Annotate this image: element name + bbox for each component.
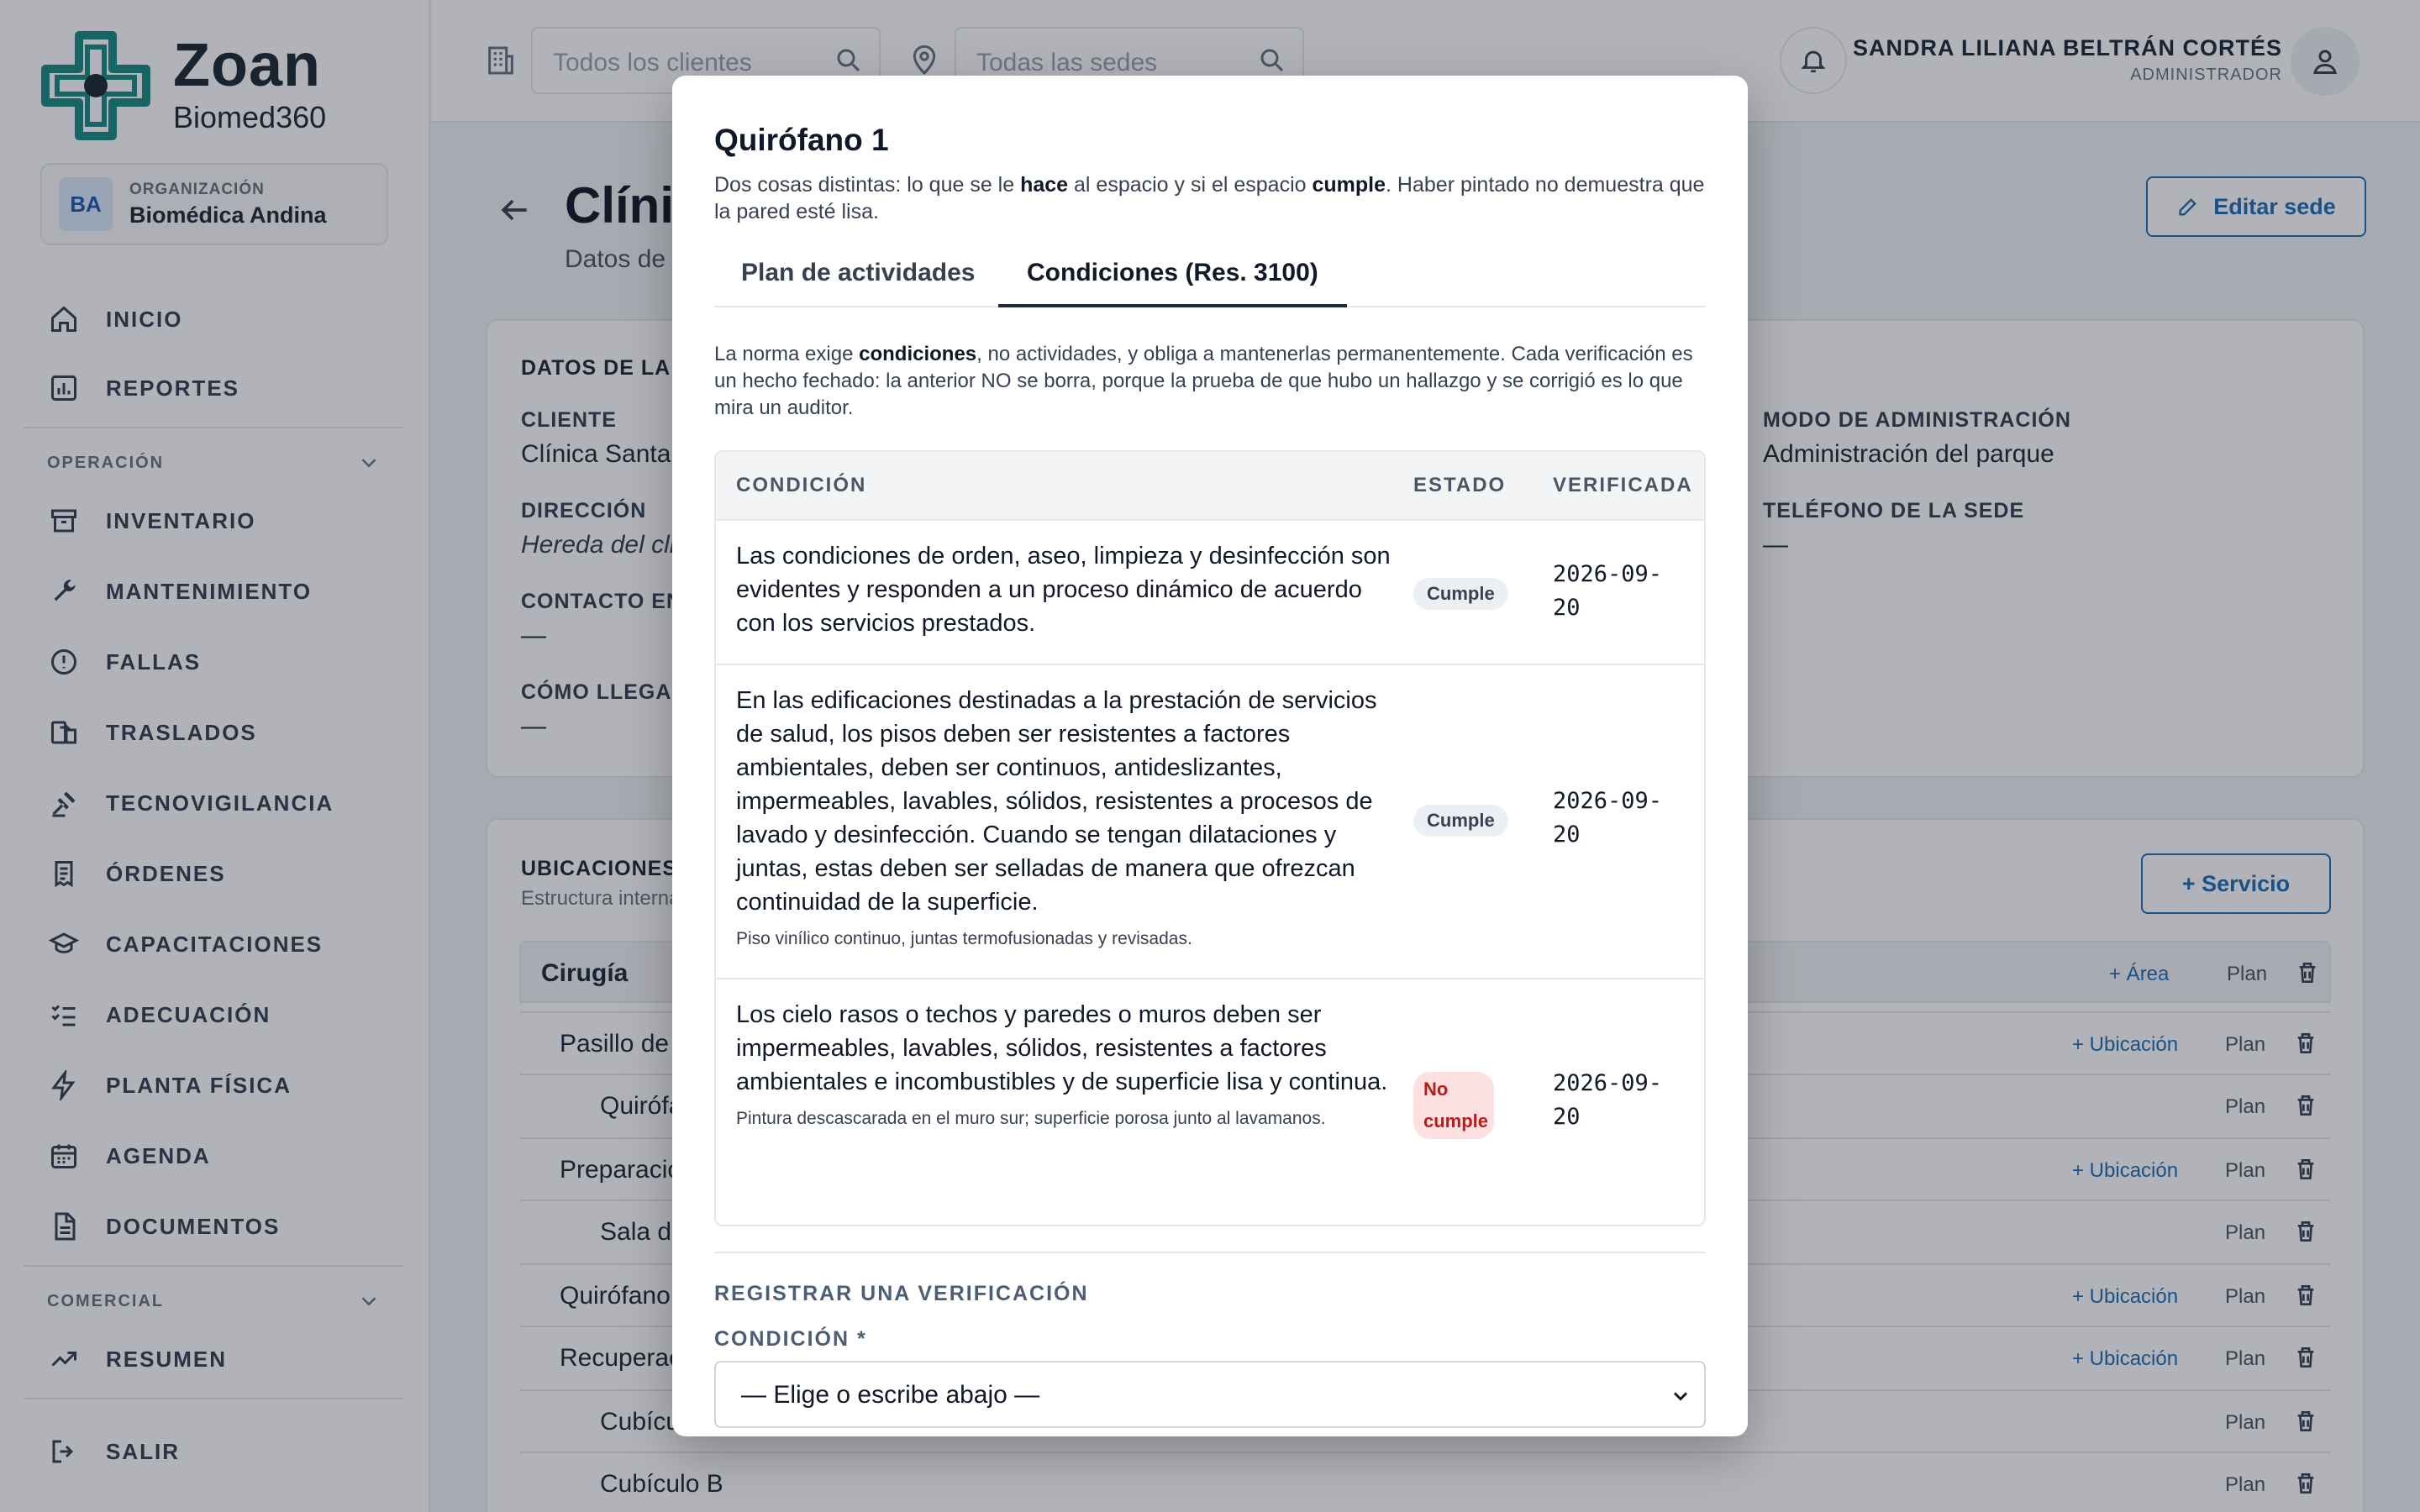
status-badge: Cumple — [1413, 805, 1508, 837]
condition-cell: En las edificaciones destinadas a la pre… — [736, 684, 1392, 956]
condition-text: Los cielo rasos o techos y paredes o mur… — [736, 1001, 1388, 1095]
note-text: La norma exige — [714, 343, 860, 365]
desc-text: al espacio y si el espacio — [1068, 173, 1313, 197]
condition-text: En las edificaciones destinadas a la pre… — [736, 687, 1377, 916]
desc-text: Dos cosas distintas: lo que se le — [714, 173, 1021, 197]
desc-bold: cumple — [1312, 173, 1386, 197]
table-row[interactable]: Las condiciones de orden, aseo, limpieza… — [716, 521, 1704, 665]
status-badge: Cumple — [1413, 578, 1508, 610]
verified-date: 2026-09-20 — [1553, 561, 1663, 621]
desc-bold: hace — [1020, 173, 1069, 197]
condition-cell: Los cielo rasos o techos y paredes o mur… — [736, 998, 1392, 1136]
tab-activity-plan[interactable]: Plan de actividades — [741, 259, 975, 307]
condition-field-label: CONDICIÓN * — [714, 1327, 867, 1351]
th-condition: CONDICIÓN — [736, 474, 867, 496]
table-header: CONDICIÓN ESTADO VERIFICADA — [716, 452, 1704, 521]
condition-select[interactable]: — Elige o escribe abajo — — [714, 1361, 1706, 1428]
condition-observation: Pintura descascarada en el muro sur; sup… — [736, 1109, 1326, 1128]
register-section-title: REGISTRAR UNA VERIFICACIÓN — [714, 1282, 1089, 1305]
modal-description: Dos cosas distintas: lo que se le hace a… — [714, 171, 1706, 225]
modal-divider — [714, 1252, 1706, 1253]
note-bold: condiciones — [859, 343, 977, 365]
condition-observation: Piso vinílico continuo, juntas termofusi… — [736, 929, 1192, 948]
conditions-table: CONDICIÓN ESTADO VERIFICADA Las condicio… — [714, 450, 1706, 1226]
conditions-note: La norma exige condiciones, no actividad… — [714, 341, 1706, 422]
verified-date: 2026-09-20 — [1553, 788, 1663, 848]
table-row[interactable]: En las edificaciones destinadas a la pre… — [716, 665, 1704, 979]
modal-tabs: Plan de actividades Condiciones (Res. 31… — [714, 247, 1706, 307]
chevron-down-icon — [1673, 1392, 1688, 1401]
table-row[interactable]: Los cielo rasos o techos y paredes o mur… — [716, 979, 1704, 1225]
verified-date: 2026-09-20 — [1553, 1070, 1663, 1130]
status-badge: No cumple — [1413, 1072, 1494, 1139]
th-verified: VERIFICADA — [1553, 474, 1693, 496]
tab-conditions[interactable]: Condiciones (Res. 3100) — [998, 259, 1347, 307]
condition-select-value: — Elige o escribe abajo — — [741, 1381, 1040, 1409]
condition-text: Las condiciones de orden, aseo, limpieza… — [736, 543, 1391, 637]
modal-title: Quirófano 1 — [714, 123, 889, 157]
th-status: ESTADO — [1413, 474, 1507, 496]
conditions-modal: Quirófano 1 Dos cosas distintas: lo que … — [672, 76, 1748, 1436]
